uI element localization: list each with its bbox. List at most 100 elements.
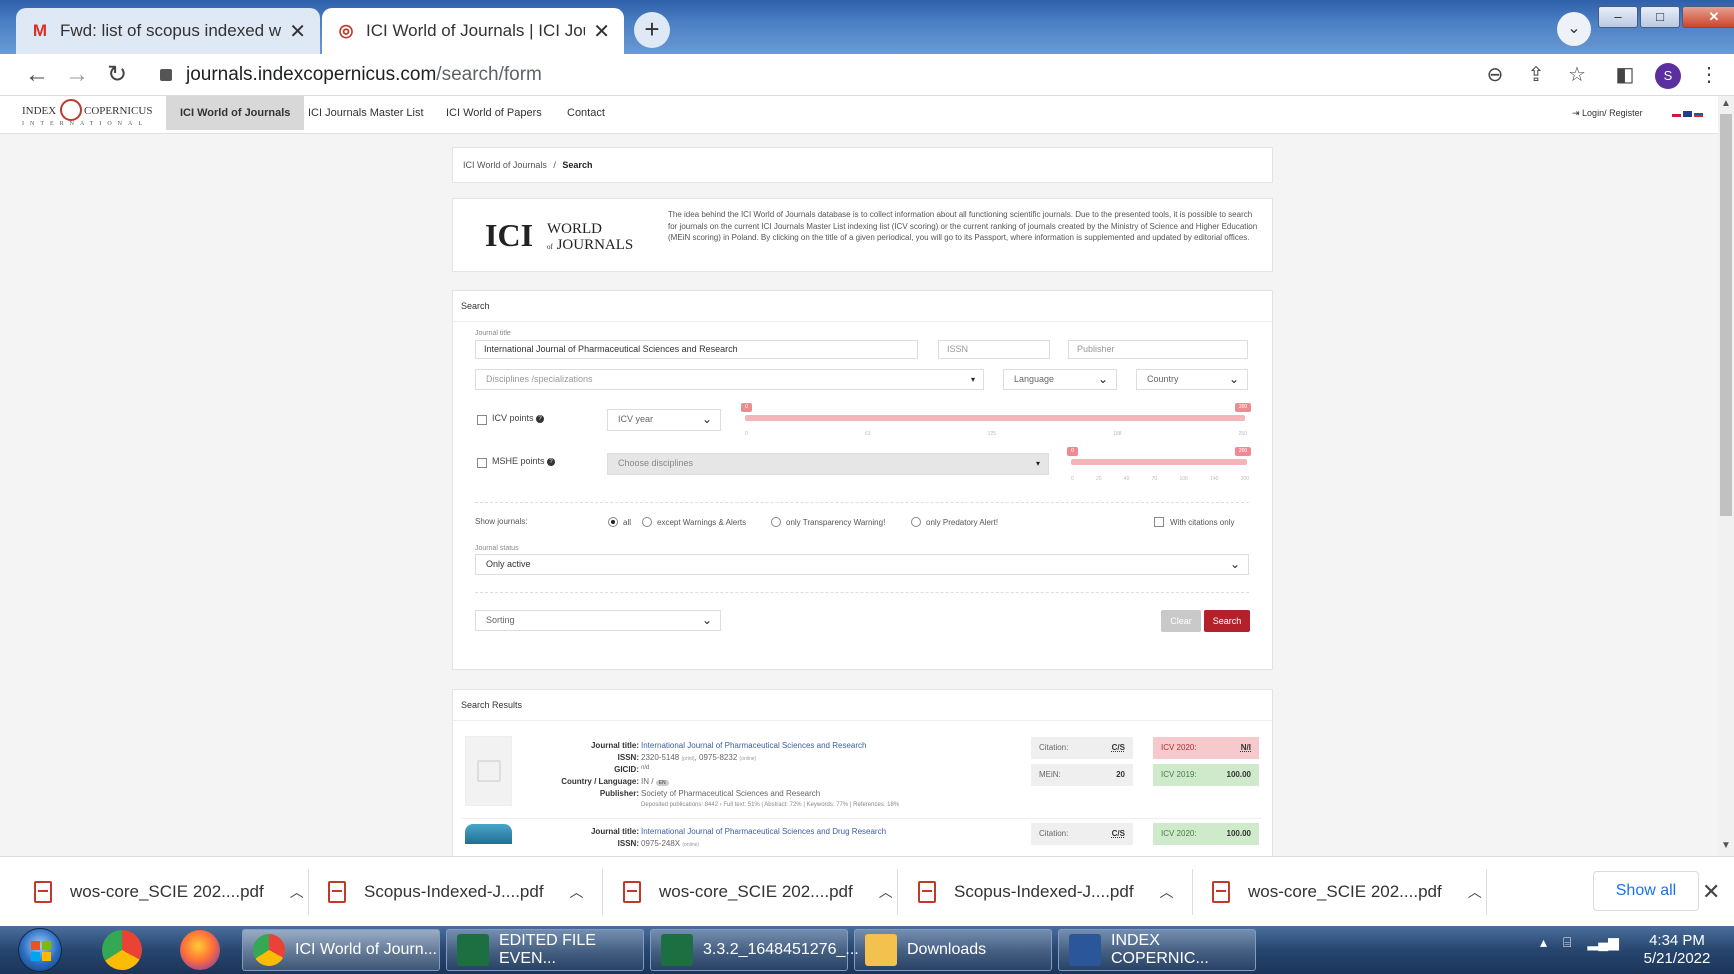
close-tab-icon[interactable]: ✕ — [593, 19, 610, 44]
close-tab-icon[interactable]: ✕ — [289, 19, 306, 44]
breadcrumb-parent[interactable]: ICI World of Journals — [463, 160, 547, 170]
scroll-up-icon[interactable]: ▲ — [1721, 98, 1731, 109]
tab-search-chevron-icon[interactable]: ⌄ — [1557, 12, 1591, 46]
mshe-range-slider[interactable] — [1071, 459, 1247, 465]
flag-ru-icon[interactable] — [1694, 111, 1703, 117]
journal-title-input[interactable]: International Journal of Pharmaceutical … — [475, 340, 918, 359]
chevron-up-icon[interactable]: ︿ — [1468, 882, 1482, 902]
show-hidden-icons-icon[interactable]: ▴ — [1540, 934, 1547, 951]
tab-ici-world-of-journals[interactable]: ◎ ICI World of Journals | ICI Journal ✕ — [322, 8, 624, 54]
search-button[interactable]: Search — [1204, 610, 1250, 632]
bookmark-star-icon[interactable]: ☆ — [1564, 62, 1590, 88]
radio-transparency-warning[interactable] — [771, 517, 781, 527]
tick-label: 0 — [1071, 476, 1074, 482]
icv-max-handle[interactable]: 200 — [1235, 403, 1251, 412]
nav-contact[interactable]: Contact — [553, 96, 619, 130]
firefox-icon[interactable] — [180, 930, 220, 970]
chevron-up-icon[interactable]: ︿ — [290, 882, 304, 902]
sorting-select[interactable]: Sorting ⌄ — [475, 610, 721, 631]
chevron-up-icon[interactable]: ︿ — [570, 882, 584, 902]
logo-world: WORLD — [547, 221, 602, 237]
chevron-up-icon[interactable]: ︿ — [879, 882, 893, 902]
chevron-up-icon[interactable]: ︿ — [1160, 882, 1174, 902]
radio-transparency-warning-label[interactable]: only Transparency Warning! — [786, 518, 885, 527]
system-clock[interactable]: 4:34 PM 5/21/2022 — [1632, 932, 1722, 968]
close-window-button[interactable]: ✕ — [1682, 6, 1734, 28]
tick-label: 140 — [1210, 476, 1219, 482]
radio-except-warnings[interactable] — [642, 517, 652, 527]
tick-label: 100 — [1179, 476, 1188, 482]
show-all-downloads-button[interactable]: Show all — [1593, 871, 1699, 911]
issn-input[interactable]: ISSN — [938, 340, 1050, 359]
page-scrollbar[interactable]: ▲ ▼ — [1718, 96, 1734, 856]
icv-min-handle[interactable]: 0 — [741, 403, 752, 412]
chrome-icon[interactable] — [102, 930, 142, 970]
publisher-input[interactable]: Publisher — [1068, 340, 1248, 359]
language-flags[interactable] — [1672, 111, 1703, 117]
flag-en-icon[interactable] — [1683, 111, 1692, 117]
icv-year-select[interactable]: ICV year ⌄ — [607, 409, 721, 431]
back-arrow-icon[interactable]: ← — [22, 60, 52, 90]
taskbar-item-chrome[interactable]: ICI World of Journ... — [242, 929, 440, 971]
clear-button[interactable]: Clear — [1161, 610, 1201, 632]
login-register-link[interactable]: ⇥ Login/ Register — [1572, 108, 1643, 119]
new-tab-button[interactable]: + — [634, 12, 670, 48]
network-icon[interactable]: ⌸ — [1563, 934, 1571, 951]
help-icon[interactable]: ? — [547, 457, 556, 466]
download-item[interactable]: wos-core_SCIE 202....pdf ︿ — [1212, 867, 1482, 917]
flag-pl-icon[interactable] — [1672, 111, 1681, 117]
taskbar-item-label: INDEX COPERNIC... — [1111, 932, 1209, 967]
taskbar-item-word[interactable]: INDEX COPERNIC... — [1058, 929, 1256, 971]
index-copernicus-logo[interactable]: INDEX COPERNICUS INTERNATIONAL — [22, 99, 157, 129]
result-journal-title[interactable]: International Journal of Pharmaceutical … — [641, 827, 886, 836]
journal-status-select[interactable]: Only active ⌄ — [475, 554, 1249, 575]
scrollbar-thumb[interactable] — [1720, 114, 1732, 516]
nav-ici-journals-master-list[interactable]: ICI Journals Master List — [294, 96, 438, 130]
help-icon[interactable]: ? — [536, 414, 545, 423]
radio-except-warnings-label[interactable]: except Warnings & Alerts — [657, 518, 746, 527]
profile-avatar[interactable]: S — [1655, 63, 1681, 89]
result-key-issn: ISSN: — [617, 839, 639, 848]
result-journal-title[interactable]: International Journal of Pharmaceutical … — [641, 741, 866, 750]
zoom-icon[interactable]: ⊖ — [1482, 62, 1508, 88]
tab-gmail[interactable]: M Fwd: list of scopus indexed wos a ✕ — [16, 8, 320, 54]
reload-icon[interactable]: ↻ — [102, 60, 132, 90]
taskbar-item-excel-edited[interactable]: EDITED FILE EVEN... — [446, 929, 644, 971]
nav-ici-world-of-journals[interactable]: ICI World of Journals — [166, 96, 305, 130]
share-icon[interactable]: ⇪ — [1523, 62, 1549, 88]
country-select[interactable]: Country ⌄ — [1136, 369, 1248, 390]
choose-disciplines-select[interactable]: Choose disciplines ▾ — [607, 453, 1049, 475]
download-item[interactable]: wos-core_SCIE 202....pdf ︿ — [623, 867, 893, 917]
side-panel-icon[interactable]: ◧ — [1612, 62, 1638, 88]
disciplines-select[interactable]: Disciplines /specializations ▾ — [475, 369, 984, 390]
mshe-max-handle[interactable]: 200 — [1235, 447, 1251, 456]
icv-points-checkbox[interactable] — [477, 415, 487, 425]
language-select[interactable]: Language ⌄ — [1003, 369, 1117, 390]
radio-predatory-alert[interactable] — [911, 517, 921, 527]
maximize-button[interactable]: □ — [1640, 6, 1680, 28]
chevron-down-icon: ⌄ — [701, 412, 712, 426]
minimize-button[interactable]: – — [1598, 6, 1638, 28]
icv-range-slider[interactable] — [745, 415, 1245, 421]
download-item[interactable]: Scopus-Indexed-J....pdf ︿ — [328, 867, 584, 917]
menu-kebab-icon[interactable]: ⋮ — [1696, 62, 1722, 88]
mshe-points-checkbox[interactable] — [477, 458, 487, 468]
mshe-min-handle[interactable]: 0 — [1067, 447, 1078, 456]
scroll-down-icon[interactable]: ▼ — [1721, 840, 1731, 851]
nav-ici-world-of-papers[interactable]: ICI World of Papers — [432, 96, 556, 130]
start-button[interactable] — [18, 928, 62, 972]
taskbar-item-downloads[interactable]: Downloads — [854, 929, 1052, 971]
forward-arrow-icon[interactable]: → — [62, 60, 92, 90]
taskbar-item-excel-332[interactable]: 3.3.2_1648451276_... — [650, 929, 859, 971]
download-item[interactable]: wos-core_SCIE 202....pdf ︿ — [34, 867, 304, 917]
radio-all-label[interactable]: all — [623, 518, 631, 527]
with-citations-checkbox[interactable] — [1154, 517, 1164, 527]
download-item[interactable]: Scopus-Indexed-J....pdf ︿ — [918, 867, 1174, 917]
with-citations-label[interactable]: With citations only — [1170, 518, 1234, 527]
address-bar[interactable]: journals.indexcopernicus.com/search/form — [160, 58, 1460, 92]
radio-all[interactable] — [608, 517, 618, 527]
radio-predatory-alert-label[interactable]: only Predatory Alert! — [926, 518, 998, 527]
signal-icon[interactable]: ▂▄▆ — [1587, 934, 1618, 951]
issn-print: 2320-5148 — [641, 753, 680, 762]
close-downloads-icon[interactable]: ✕ — [1702, 879, 1720, 905]
